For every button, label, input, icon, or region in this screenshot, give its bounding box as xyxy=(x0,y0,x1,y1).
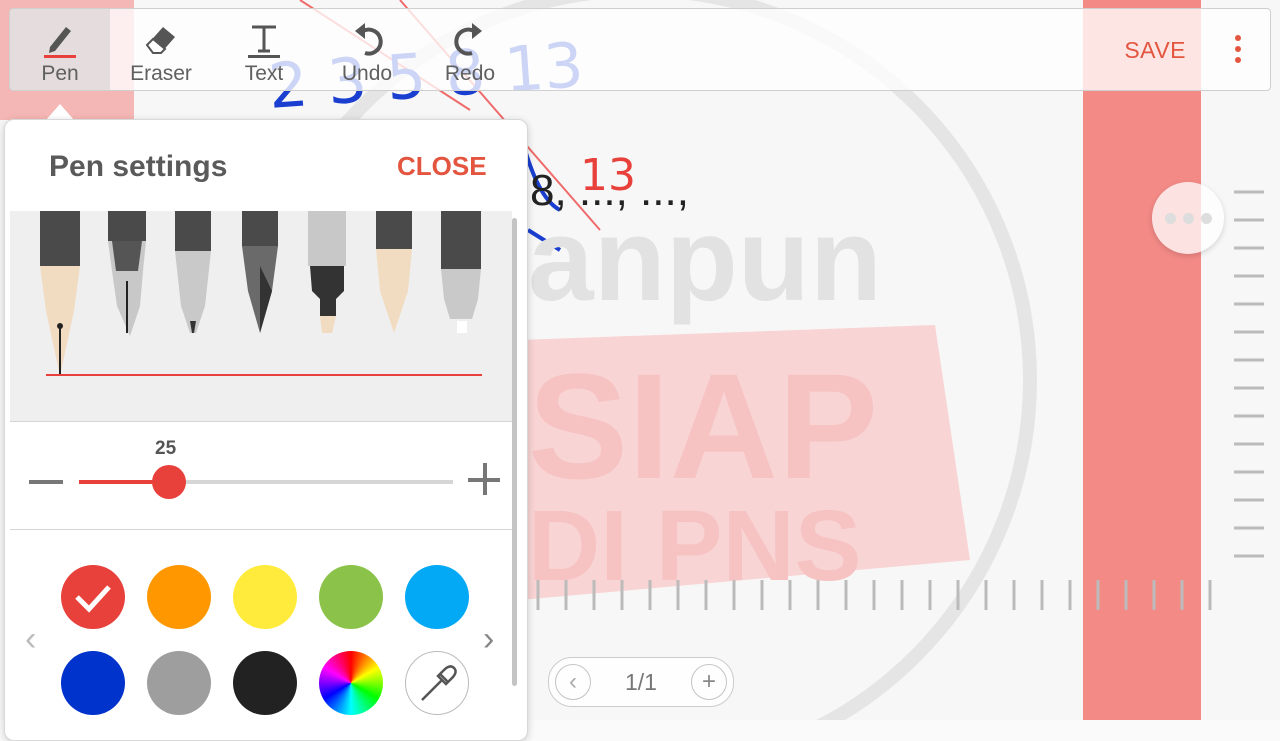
check-icon xyxy=(75,585,111,613)
brush-pen-option[interactable] xyxy=(242,211,278,333)
text-icon xyxy=(214,19,314,59)
color-wheel-icon[interactable] xyxy=(319,651,383,715)
color-swatch-green[interactable] xyxy=(319,565,383,629)
fountain-pen-option[interactable] xyxy=(40,211,80,376)
color-swatch-orange[interactable] xyxy=(147,565,211,629)
pen-tool-button[interactable]: Pen xyxy=(10,9,110,90)
toolbar: Pen Eraser Text Undo Redo SAVE xyxy=(9,8,1271,91)
eraser-icon xyxy=(111,19,211,59)
add-page-icon[interactable]: + xyxy=(691,664,727,700)
color-swatch-light-blue[interactable] xyxy=(405,565,469,629)
calligraphy-pen-option[interactable] xyxy=(108,211,146,336)
close-button[interactable]: CLOSE xyxy=(397,151,487,182)
redo-label: Redo xyxy=(444,62,496,85)
watermark-text: SIAP xyxy=(528,342,878,510)
text-tool-button[interactable]: Text xyxy=(214,9,314,90)
page-navigator: ‹ 1/1 + xyxy=(548,657,734,707)
text-tool-label: Text xyxy=(244,62,284,85)
eraser-tool-button[interactable]: Eraser xyxy=(111,9,211,90)
ballpoint-pen-option[interactable] xyxy=(175,211,211,333)
decrease-size-icon[interactable] xyxy=(29,480,63,484)
color-swatch-dark-blue[interactable] xyxy=(61,651,125,715)
pen-tool-label: Pen xyxy=(41,62,79,85)
eraser-tool-label: Eraser xyxy=(130,62,192,85)
watermark-text: DI PNS xyxy=(528,490,861,602)
ruler-right xyxy=(1234,190,1264,558)
eyedropper-icon[interactable] xyxy=(405,651,469,715)
save-button[interactable]: SAVE xyxy=(1124,37,1186,64)
marker-pen-option[interactable] xyxy=(308,211,346,333)
handwriting-red: 13 xyxy=(580,150,636,201)
color-swatch-black[interactable] xyxy=(233,651,297,715)
pen-size-slider[interactable] xyxy=(79,465,453,499)
undo-label: Undo xyxy=(341,62,393,85)
color-swatch-gray[interactable] xyxy=(147,651,211,715)
pen-settings-panel: Pen settings CLOSE 25 ‹ › xyxy=(4,119,528,741)
pen-size-value: 25 xyxy=(155,438,177,459)
chevron-left-icon[interactable]: ‹ xyxy=(25,620,36,659)
redo-button[interactable]: Redo xyxy=(420,9,520,90)
increase-size-icon[interactable] xyxy=(468,463,502,497)
color-swatch-yellow[interactable] xyxy=(233,565,297,629)
divider xyxy=(10,529,512,530)
panel-pointer xyxy=(46,104,74,120)
pencil-soft-option[interactable] xyxy=(376,211,412,333)
more-options-icon[interactable] xyxy=(1234,35,1242,67)
undo-button[interactable]: Undo xyxy=(317,9,417,90)
pen-icon xyxy=(10,19,110,59)
undo-icon xyxy=(317,19,417,59)
pencil-option[interactable] xyxy=(441,211,481,333)
color-swatch-red[interactable] xyxy=(61,565,125,629)
redo-icon xyxy=(420,19,520,59)
panel-title: Pen settings xyxy=(49,150,228,183)
panel-scrollbar[interactable] xyxy=(512,218,517,686)
divider xyxy=(10,421,512,422)
chevron-right-icon[interactable]: › xyxy=(483,620,494,659)
floating-menu-button[interactable] xyxy=(1152,182,1224,254)
slider-thumb[interactable] xyxy=(151,465,186,499)
pen-type-selector xyxy=(10,211,512,421)
